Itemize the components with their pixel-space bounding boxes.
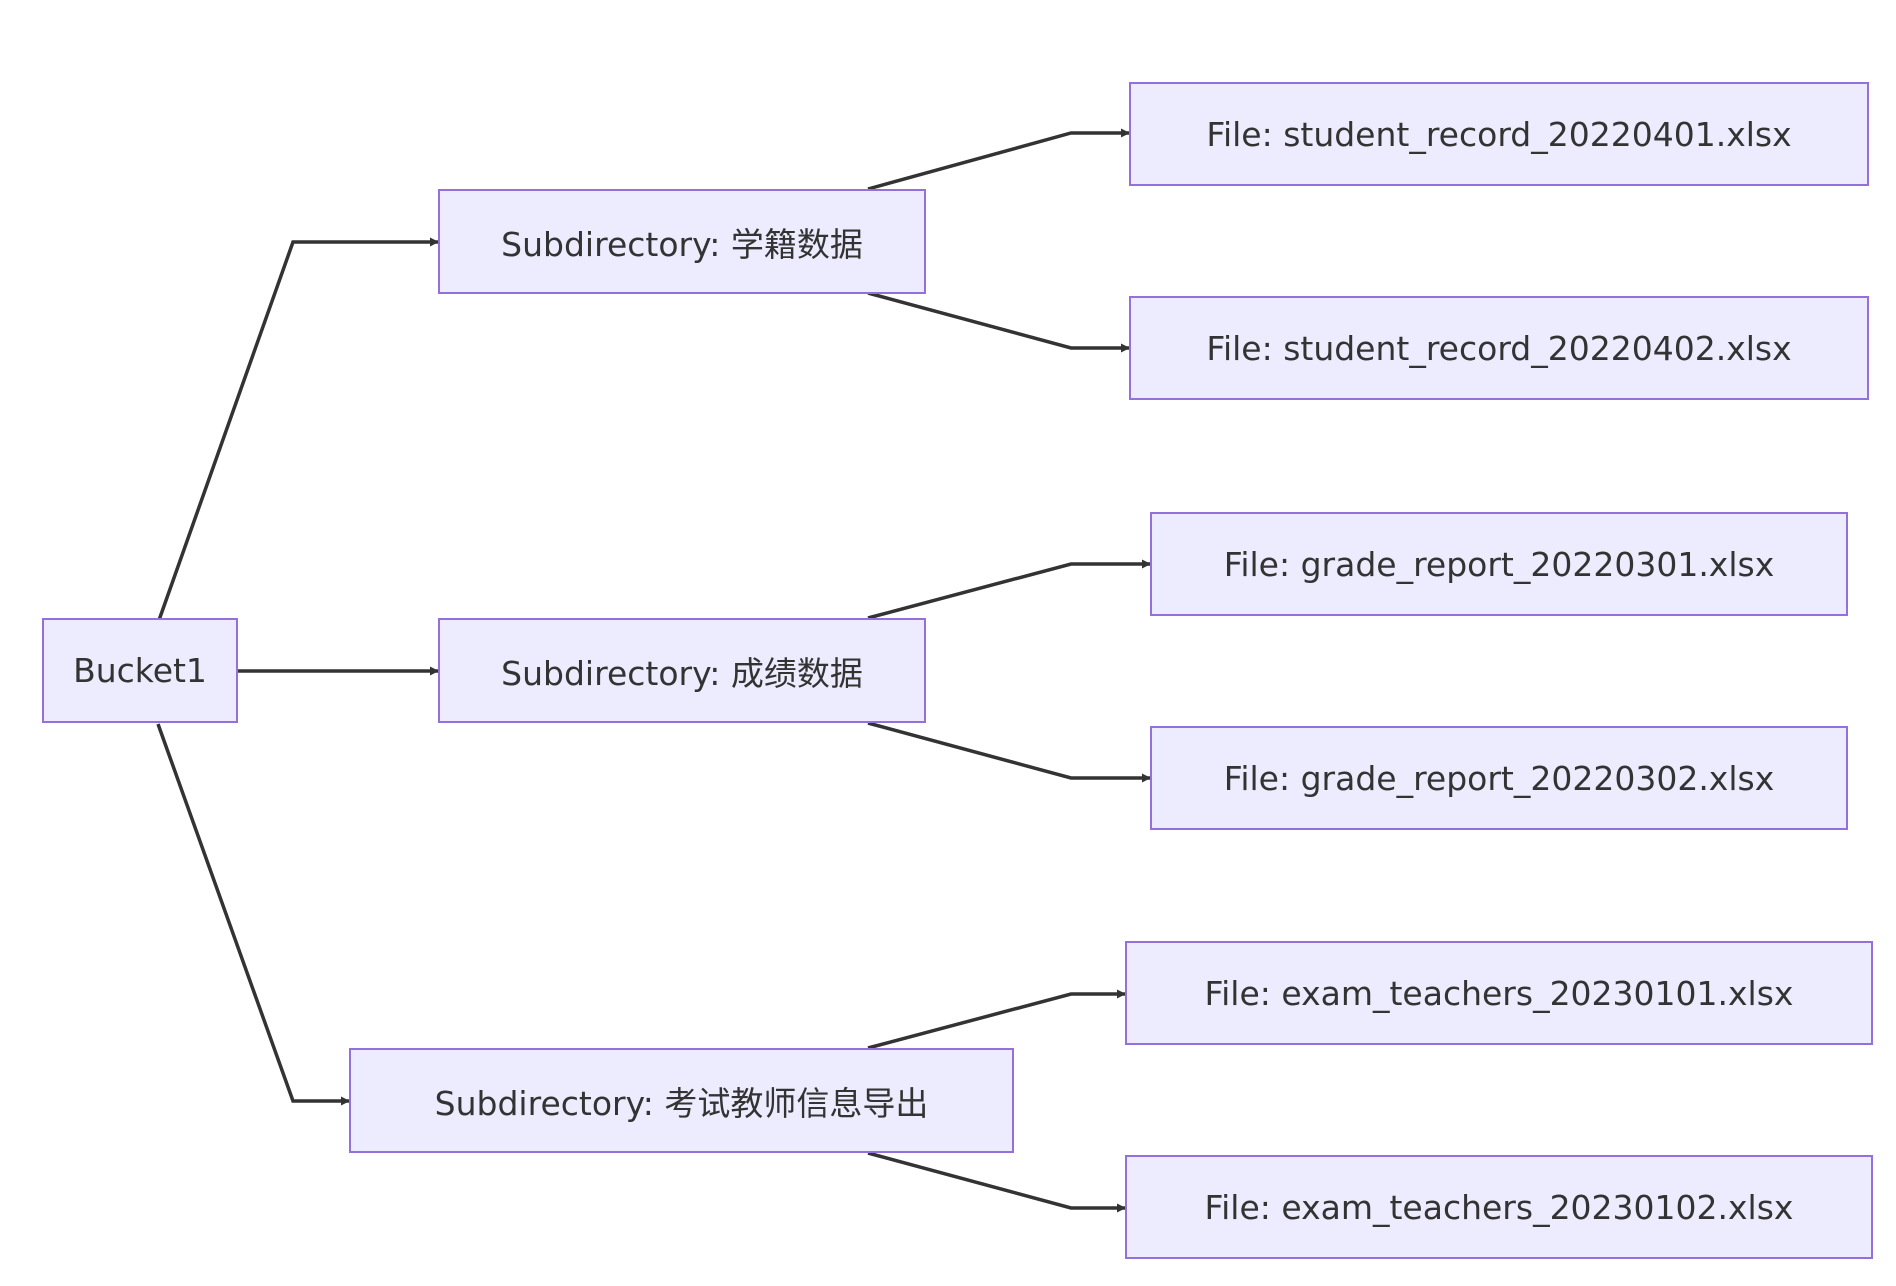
node-file-student-record-20220401[interactable]: File: student_record_20220401.xlsx: [1129, 82, 1869, 186]
node-subdirectory-grade-data[interactable]: Subdirectory: 成绩数据: [438, 618, 926, 723]
node-file-grade-report-20220302[interactable]: File: grade_report_20220302.xlsx: [1150, 726, 1848, 830]
node-subdirectory-exam-teachers[interactable]: Subdirectory: 考试教师信息导出: [349, 1048, 1014, 1153]
node-file-grade-report-20220301[interactable]: File: grade_report_20220301.xlsx: [1150, 512, 1848, 616]
edge-sub1-f1: [867, 128, 1130, 191]
node-file-exam-teachers-20230101[interactable]: File: exam_teachers_20230101.xlsx: [1125, 941, 1873, 1045]
edge-sub2-f3: [867, 559, 1151, 620]
edge-bucket-sub1: [156, 237, 439, 624]
node-file-student-record-20220402[interactable]: File: student_record_20220402.xlsx: [1129, 296, 1869, 400]
edge-sub3-f6: [867, 1151, 1126, 1213]
edge-sub3-f5: [867, 989, 1126, 1050]
diagram-canvas: Bucket1 Subdirectory: 学籍数据 Subdirectory:…: [0, 0, 1896, 1286]
node-file-exam-teachers-20230102[interactable]: File: exam_teachers_20230102.xlsx: [1125, 1155, 1873, 1259]
edge-bucket-sub3: [156, 723, 350, 1106]
node-bucket1[interactable]: Bucket1: [42, 618, 238, 723]
edge-sub2-f4: [867, 721, 1151, 783]
edge-sub1-f2: [867, 291, 1130, 353]
node-subdirectory-student-records[interactable]: Subdirectory: 学籍数据: [438, 189, 926, 294]
